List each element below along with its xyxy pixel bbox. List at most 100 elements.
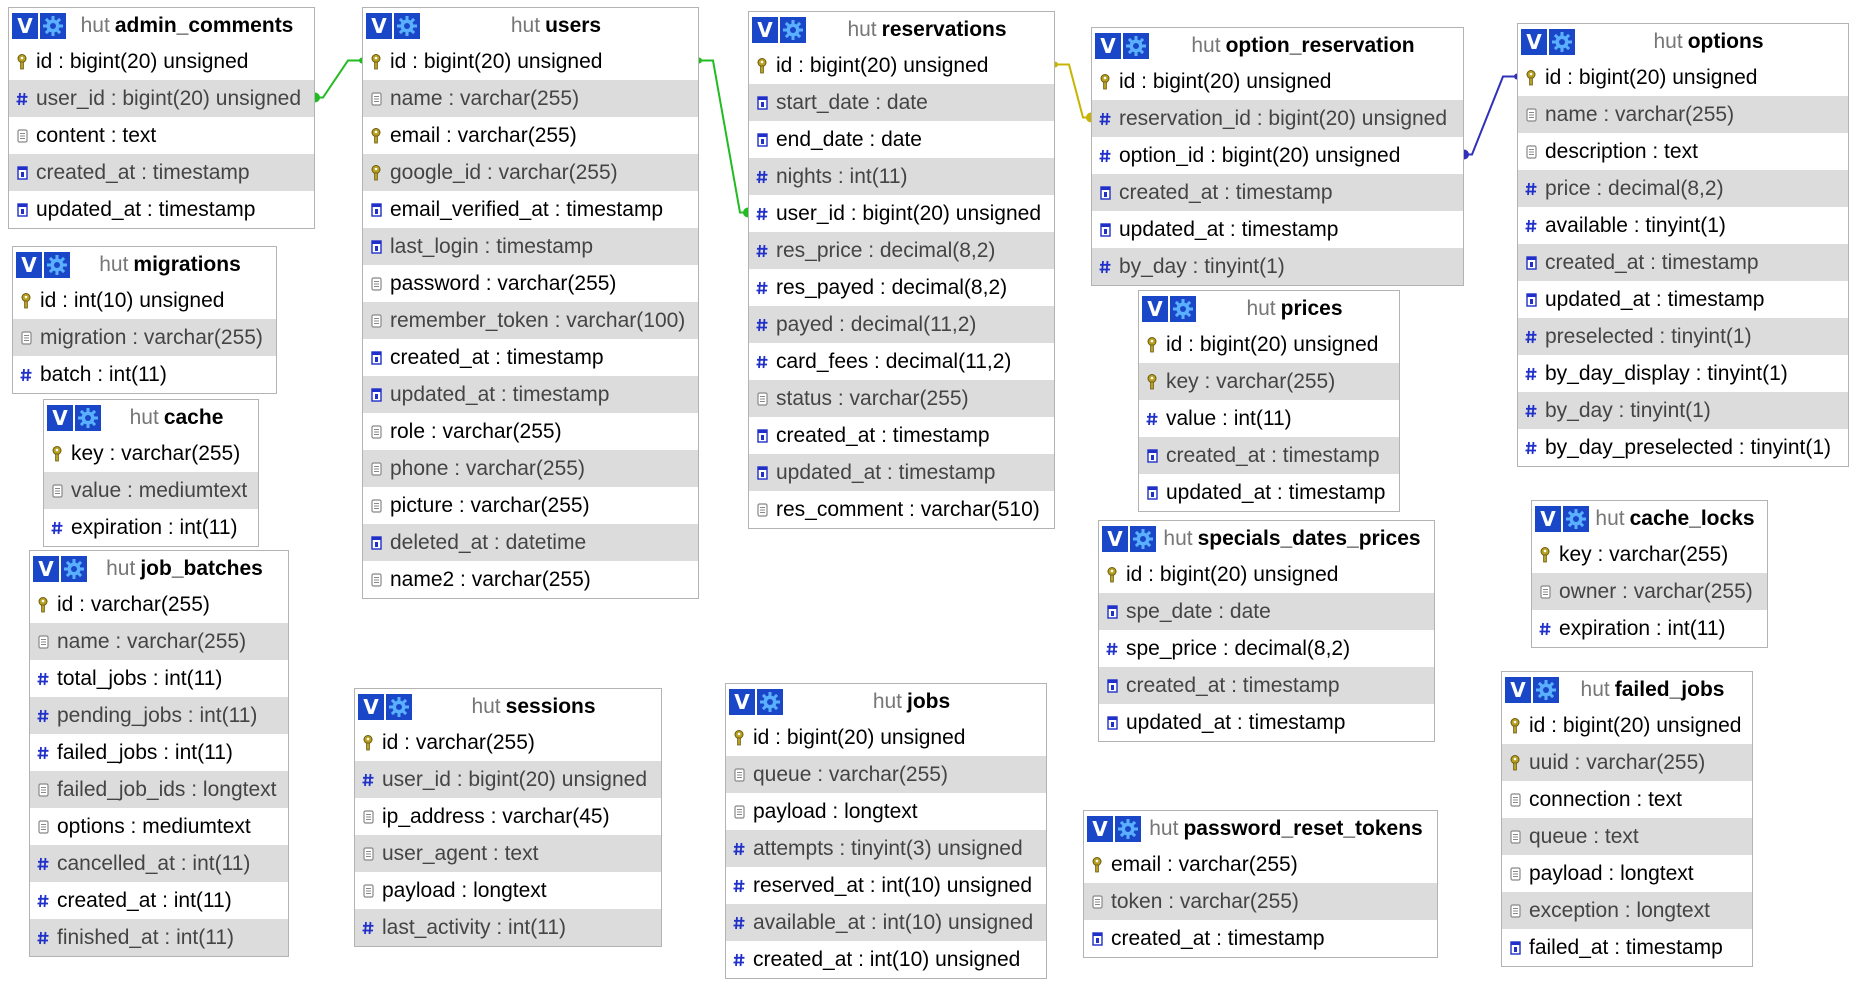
column-row[interactable]: created_at : timestamp <box>9 154 314 191</box>
column-row[interactable]: failed_job_ids : longtext <box>30 771 288 808</box>
column-row[interactable]: key : varchar(255) <box>1532 536 1767 573</box>
column-row[interactable]: preselected : tinyint(1) <box>1518 318 1848 355</box>
table-header[interactable]: Vhut cache_locks <box>1532 501 1767 536</box>
column-row[interactable]: id : bigint(20) unsigned <box>363 43 698 80</box>
column-row[interactable]: migration : varchar(255) <box>13 319 276 356</box>
gear-icon[interactable] <box>1533 676 1559 703</box>
table-header[interactable]: Vhut admin_comments <box>9 8 314 43</box>
column-row[interactable]: token : varchar(255) <box>1084 883 1437 920</box>
column-row[interactable]: expiration : int(11) <box>44 509 258 546</box>
table-job-batches[interactable]: Vhut job_batches id : varchar(255) name : v… <box>29 550 289 957</box>
column-row[interactable]: payload : longtext <box>355 872 661 909</box>
column-row[interactable]: id : bigint(20) unsigned <box>1518 59 1848 96</box>
column-row[interactable]: id : varchar(255) <box>355 724 661 761</box>
column-row[interactable]: deleted_at : datetime <box>363 524 698 561</box>
column-row[interactable]: email_verified_at : timestamp <box>363 191 698 228</box>
gear-icon[interactable] <box>1563 505 1589 532</box>
column-row[interactable]: email : varchar(255) <box>1084 846 1437 883</box>
table-password-reset-tokens[interactable]: Vhut password_reset_tokensemail : varchar… <box>1083 810 1438 958</box>
column-row[interactable]: finished_at : int(11) <box>30 919 288 956</box>
table-reservations[interactable]: Vhut reservations id : bigint(20) unsigned… <box>748 11 1055 529</box>
column-row[interactable]: content : text <box>9 117 314 154</box>
toggle-columns-button[interactable]: V <box>729 688 755 715</box>
column-row[interactable]: nights : int(11) <box>749 158 1054 195</box>
column-row[interactable]: remember_token : varchar(100) <box>363 302 698 339</box>
column-row[interactable]: status : varchar(255) <box>749 380 1054 417</box>
table-prices[interactable]: Vhut prices id : bigint(20) unsigned key : … <box>1138 290 1400 512</box>
column-row[interactable]: by_day : tinyint(1) <box>1518 392 1848 429</box>
table-migrations[interactable]: Vhut migrations id : int(10) unsigned migra… <box>12 246 277 394</box>
table-failed-jobs[interactable]: Vhut failed_jobs id : bigint(20) unsigned u… <box>1501 671 1753 967</box>
gear-icon[interactable] <box>40 12 66 39</box>
column-row[interactable]: key : varchar(255) <box>44 435 258 472</box>
toggle-columns-button[interactable]: V <box>1102 525 1128 552</box>
column-row[interactable]: updated_at : timestamp <box>1099 704 1434 741</box>
column-row[interactable]: id : bigint(20) unsigned <box>1139 326 1399 363</box>
table-options[interactable]: Vhut options id : bigint(20) unsigned name … <box>1517 23 1849 467</box>
column-row[interactable]: failed_at : timestamp <box>1502 929 1752 966</box>
column-row[interactable]: attempts : tinyint(3) unsigned <box>726 830 1046 867</box>
column-row[interactable]: role : varchar(255) <box>363 413 698 450</box>
column-row[interactable]: spe_date : date <box>1099 593 1434 630</box>
table-header[interactable]: Vhut sessions <box>355 689 661 724</box>
column-row[interactable]: payed : decimal(11,2) <box>749 306 1054 343</box>
table-users[interactable]: Vhut users id : bigint(20) unsigned name : … <box>362 7 699 599</box>
column-row[interactable]: id : int(10) unsigned <box>13 282 276 319</box>
table-title[interactable]: hut password_reset_tokens <box>1141 817 1437 841</box>
column-row[interactable]: updated_at : timestamp <box>749 454 1054 491</box>
table-header[interactable]: Vhut job_batches <box>30 551 288 586</box>
column-row[interactable]: user_id : bigint(20) unsigned <box>355 761 661 798</box>
gear-icon[interactable] <box>1130 525 1156 552</box>
table-jobs[interactable]: Vhut jobs id : bigint(20) unsigned queue : … <box>725 683 1047 979</box>
column-row[interactable]: queue : varchar(255) <box>726 756 1046 793</box>
table-title[interactable]: hut options <box>1575 30 1848 54</box>
table-title[interactable]: hut option_reservation <box>1149 34 1463 58</box>
column-row[interactable]: email : varchar(255) <box>363 117 698 154</box>
column-row[interactable]: created_at : timestamp <box>1139 437 1399 474</box>
table-title[interactable]: hut reservations <box>806 18 1054 42</box>
column-row[interactable]: queue : text <box>1502 818 1752 855</box>
column-row[interactable]: pending_jobs : int(11) <box>30 697 288 734</box>
toggle-columns-button[interactable]: V <box>12 12 38 39</box>
column-row[interactable]: uuid : varchar(255) <box>1502 744 1752 781</box>
table-admin-comments[interactable]: Vhut admin_comments id : bigint(20) unsign… <box>8 7 315 229</box>
toggle-columns-button[interactable]: V <box>1087 815 1113 842</box>
column-row[interactable]: name : varchar(255) <box>1518 96 1848 133</box>
column-row[interactable]: user_agent : text <box>355 835 661 872</box>
toggle-columns-button[interactable]: V <box>1142 295 1168 322</box>
column-row[interactable]: payload : longtext <box>726 793 1046 830</box>
column-row[interactable]: created_at : timestamp <box>1099 667 1434 704</box>
column-row[interactable]: reserved_at : int(10) unsigned <box>726 867 1046 904</box>
gear-icon[interactable] <box>61 555 87 582</box>
column-row[interactable]: end_date : date <box>749 121 1054 158</box>
table-header[interactable]: Vhut cache <box>44 400 258 435</box>
gear-icon[interactable] <box>757 688 783 715</box>
column-row[interactable]: picture : varchar(255) <box>363 487 698 524</box>
column-row[interactable]: res_payed : decimal(8,2) <box>749 269 1054 306</box>
column-row[interactable]: created_at : timestamp <box>749 417 1054 454</box>
column-row[interactable]: phone : varchar(255) <box>363 450 698 487</box>
toggle-columns-button[interactable]: V <box>47 404 73 431</box>
gear-icon[interactable] <box>75 404 101 431</box>
column-row[interactable]: batch : int(11) <box>13 356 276 393</box>
column-row[interactable]: by_day_display : tinyint(1) <box>1518 355 1848 392</box>
table-header[interactable]: Vhut failed_jobs <box>1502 672 1752 707</box>
column-row[interactable]: reservation_id : bigint(20) unsigned <box>1092 100 1463 137</box>
toggle-columns-button[interactable]: V <box>358 693 384 720</box>
column-row[interactable]: id : bigint(20) unsigned <box>749 47 1054 84</box>
toggle-columns-button[interactable]: V <box>1521 28 1547 55</box>
toggle-columns-button[interactable]: V <box>366 12 392 39</box>
column-row[interactable]: created_at : timestamp <box>1092 174 1463 211</box>
gear-icon[interactable] <box>386 693 412 720</box>
gear-icon[interactable] <box>1123 32 1149 59</box>
column-row[interactable]: name : varchar(255) <box>30 623 288 660</box>
column-row[interactable]: name : varchar(255) <box>363 80 698 117</box>
column-row[interactable]: created_at : timestamp <box>1518 244 1848 281</box>
column-row[interactable]: last_activity : int(11) <box>355 909 661 946</box>
gear-icon[interactable] <box>1549 28 1575 55</box>
column-row[interactable]: card_fees : decimal(11,2) <box>749 343 1054 380</box>
table-header[interactable]: Vhut prices <box>1139 291 1399 326</box>
column-row[interactable]: spe_price : decimal(8,2) <box>1099 630 1434 667</box>
column-row[interactable]: ip_address : varchar(45) <box>355 798 661 835</box>
column-row[interactable]: failed_jobs : int(11) <box>30 734 288 771</box>
